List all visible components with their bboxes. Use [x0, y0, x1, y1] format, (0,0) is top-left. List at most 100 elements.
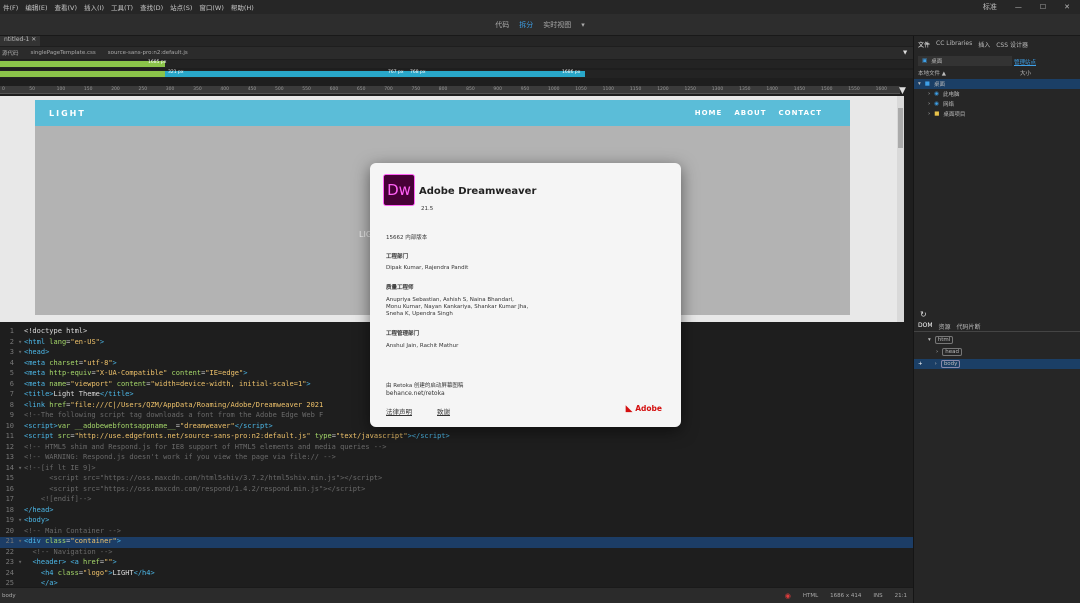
minimize-button[interactable]: — — [1015, 3, 1022, 11]
menu-item[interactable]: 编辑(E) — [22, 2, 47, 12]
refresh-icon[interactable]: ↻ — [914, 310, 1080, 319]
ruler-tick: 1250 — [684, 87, 696, 92]
code-line[interactable]: 13 <!-- WARNING: Respond.js doesn't work … — [0, 453, 913, 464]
dom-node-head[interactable]: › head — [914, 347, 1080, 357]
site-header[interactable]: LIGHT HOME ABOUT CONTACT — [35, 100, 850, 126]
tree-item-pc[interactable]: › ◉ 此电脑 — [914, 89, 1080, 99]
quality-names-2: Monu Kumar, Nayan Kankariya, Shankar Kum… — [386, 304, 529, 310]
code-line[interactable]: 24 <h4 class="logo">LIGHT</h4> — [0, 569, 913, 580]
line-number: 12 — [5, 442, 14, 451]
document-tab[interactable]: ntitled-1 ✕ — [0, 36, 41, 46]
dom-panel-tab[interactable]: 代码片断 — [957, 322, 981, 331]
section-quality: 质量工程师 — [386, 285, 414, 291]
fold-icon[interactable]: ▾ — [18, 558, 24, 566]
line-number: 10 — [5, 421, 14, 430]
status-bar: body ◉ HTML 1686 x 414 INS 21:1 — [0, 587, 913, 603]
source-code-tab[interactable]: 源代码 — [2, 49, 19, 57]
line-number: 1 — [9, 327, 14, 335]
error-icon[interactable]: ◉ — [785, 592, 791, 600]
line-number: 14 — [5, 463, 14, 472]
code-line[interactable]: 16 <script src="https://oss.maxcdn.com/r… — [0, 485, 913, 496]
media-query-bar-1: 1685 px — [0, 60, 913, 68]
tag-selector[interactable]: body — [0, 593, 16, 599]
nav-contact[interactable]: CONTACT — [778, 109, 822, 117]
mq-bar-green-2[interactable] — [0, 71, 165, 77]
design-scrollbar[interactable] — [897, 96, 904, 322]
tree-item-network[interactable]: › ◉ 网络 — [914, 99, 1080, 109]
panel-tab[interactable]: CC Libraries — [936, 40, 972, 50]
site-select[interactable]: ▣ 桌面 — [918, 56, 1012, 66]
menu-item[interactable]: 插入(I) — [81, 2, 104, 12]
tree-item-folder[interactable]: › ■ 桌面项目 — [914, 109, 1080, 119]
menu-item[interactable]: 窗口(W) — [196, 2, 224, 12]
dom-node-html[interactable]: ▾ html — [914, 335, 1080, 345]
related-file-css[interactable]: singlePageTemplate.css — [31, 50, 96, 56]
cursor-position: 21:1 — [894, 593, 907, 599]
menu-item[interactable]: 站点(S) — [167, 2, 192, 12]
size-column[interactable]: 大小 — [1020, 69, 1031, 77]
panel-tab[interactable]: CSS 设计器 — [996, 40, 1028, 50]
local-files-column[interactable]: 本地文件 ▲ — [918, 69, 946, 77]
site-logo[interactable]: LIGHT — [49, 109, 86, 118]
engineering-names: Dipak Kumar, Rajendra Pandit — [386, 265, 469, 271]
line-number: 23 — [5, 558, 14, 566]
code-line[interactable]: 20 <!-- Main Container --> — [0, 527, 913, 538]
related-file-js[interactable]: source-sans-pro:n2:default.js — [108, 50, 188, 56]
code-line[interactable]: 23 ▾ <header> <a href=""> — [0, 558, 913, 569]
menu-item[interactable]: 件(F) — [0, 2, 18, 12]
maximize-button[interactable]: ☐ — [1040, 3, 1046, 11]
mq-bar-blue[interactable] — [165, 71, 585, 77]
line-number: 19 — [5, 516, 14, 524]
workspace-switcher[interactable]: 标准 — [983, 2, 997, 12]
code-line[interactable]: 22 <!-- Navigation --> — [0, 548, 913, 559]
line-number: 7 — [9, 390, 14, 398]
panel-tab[interactable]: 文件 — [918, 40, 930, 50]
filter-icon[interactable]: ▼ — [903, 50, 907, 56]
live-view-dropdown[interactable]: ▾ — [581, 21, 585, 29]
menu-item[interactable]: 查看(V) — [52, 2, 78, 12]
ruler-tick: 950 — [520, 87, 530, 92]
code-line[interactable]: 21 ▾ <div class="container"> — [0, 537, 913, 548]
tree-item-desktop[interactable]: ▾ ■ 桌面 — [914, 79, 1080, 89]
close-icon[interactable]: ✕ — [31, 36, 36, 43]
code-line[interactable]: 19 ▾ <body> — [0, 516, 913, 527]
line-number: 16 — [5, 484, 14, 493]
media-query-bar-2: 321 px 767 px 768 px 1686 px — [0, 70, 913, 78]
panel-tab[interactable]: 插入 — [978, 40, 990, 50]
management-names: Anshul Jain, Rachit Mathur — [386, 343, 459, 349]
menu-item[interactable]: 工具(T) — [108, 2, 133, 12]
split-view-tab[interactable]: 拆分 — [519, 20, 533, 30]
menu-item[interactable]: 帮助(H) — [228, 2, 254, 12]
dom-node-body[interactable]: + › body — [914, 359, 1080, 369]
live-view-tab[interactable]: 实时视图 — [543, 20, 571, 30]
menu-item[interactable]: 查找(D) — [137, 2, 163, 12]
window-size-select[interactable]: 1686 x 414 — [830, 593, 861, 599]
splash-credit: 由 Retoka 创建的启动屏幕图稿 — [386, 383, 464, 389]
doc-type-select[interactable]: HTML — [803, 593, 818, 599]
insert-mode[interactable]: INS — [873, 593, 882, 599]
code-line[interactable]: 18 </head> — [0, 506, 913, 517]
ruler-tick: 1200 — [657, 87, 669, 92]
version: 21.5 — [421, 206, 434, 212]
dom-panel-tab[interactable]: DOM — [918, 322, 933, 331]
mq-bar-green[interactable] — [0, 61, 165, 67]
ruler-tick: 350 — [193, 87, 202, 92]
manage-sites-link[interactable]: 管理站点 — [1014, 58, 1036, 66]
ruler-marker-icon[interactable]: ▼ — [899, 86, 909, 96]
scrollbar-thumb[interactable] — [898, 108, 903, 148]
thanks-link[interactable]: 致谢 — [437, 406, 450, 416]
nav-home[interactable]: HOME — [695, 109, 723, 117]
legal-link[interactable]: 法律声明 — [386, 406, 412, 416]
code-view-tab[interactable]: 代码 — [495, 20, 509, 30]
code-line[interactable]: 11 <script src="http://use.edgefonts.net/… — [0, 432, 913, 443]
code-line[interactable]: 15 <script src="https://oss.maxcdn.com/h… — [0, 474, 913, 485]
code-line[interactable]: 17 <![endif]--> — [0, 495, 913, 506]
code-line[interactable]: 14 ▾ <!--[if lt IE 9]> — [0, 464, 913, 475]
nav-about[interactable]: ABOUT — [734, 109, 766, 117]
ruler-tick: 250 — [138, 87, 148, 92]
ruler-tick: 150 — [83, 87, 93, 92]
dom-panel-tab[interactable]: 资源 — [939, 322, 951, 331]
site-nav: HOME ABOUT CONTACT — [695, 109, 822, 117]
close-button[interactable]: ✕ — [1064, 3, 1070, 11]
code-line[interactable]: 12 <!-- HTML5 shim and Respond.js for IE8… — [0, 443, 913, 454]
